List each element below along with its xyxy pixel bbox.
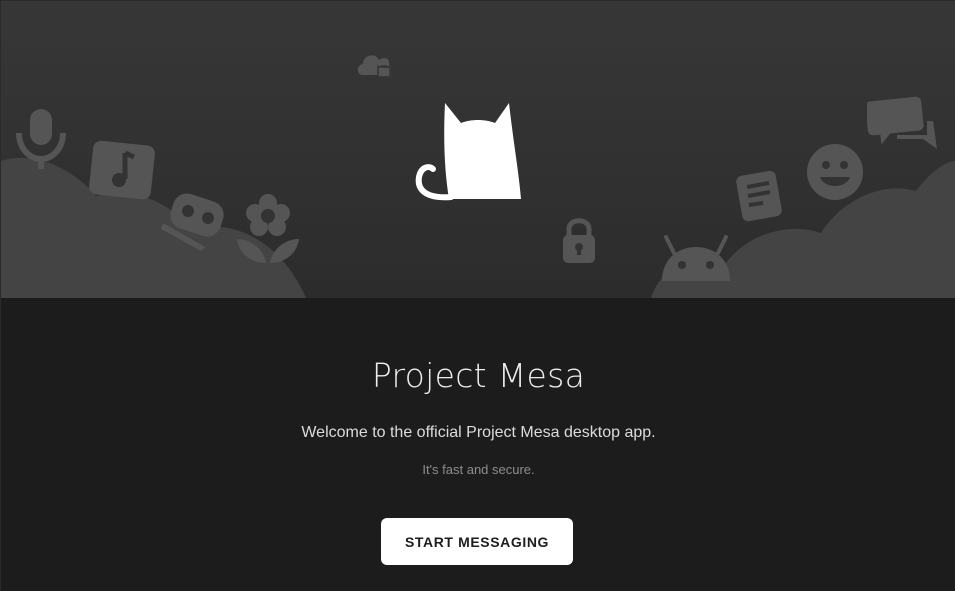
welcome-panel: Project Mesa Welcome to the official Pro… [1, 298, 955, 591]
smiley-icon [807, 144, 863, 200]
chat-bubbles-icon [867, 96, 937, 149]
music-note-icon [89, 140, 155, 200]
app-title: Project Mesa [371, 356, 586, 395]
document-icon [736, 170, 782, 222]
start-messaging-button[interactable]: START MESSAGING [381, 518, 573, 565]
flower-icon [237, 194, 299, 263]
tagline-text: It's fast and secure. [422, 462, 535, 477]
lock-icon [563, 218, 595, 263]
microphone-icon [16, 109, 66, 169]
robot-icon [161, 193, 224, 251]
android-icon [662, 235, 730, 281]
cat-logo-icon [415, 103, 521, 201]
cloud-lock-icon [357, 55, 391, 77]
welcome-text: Welcome to the official Project Mesa des… [301, 424, 656, 441]
app-window: Project Mesa Welcome to the official Pro… [0, 0, 955, 591]
hero-banner [1, 1, 955, 298]
